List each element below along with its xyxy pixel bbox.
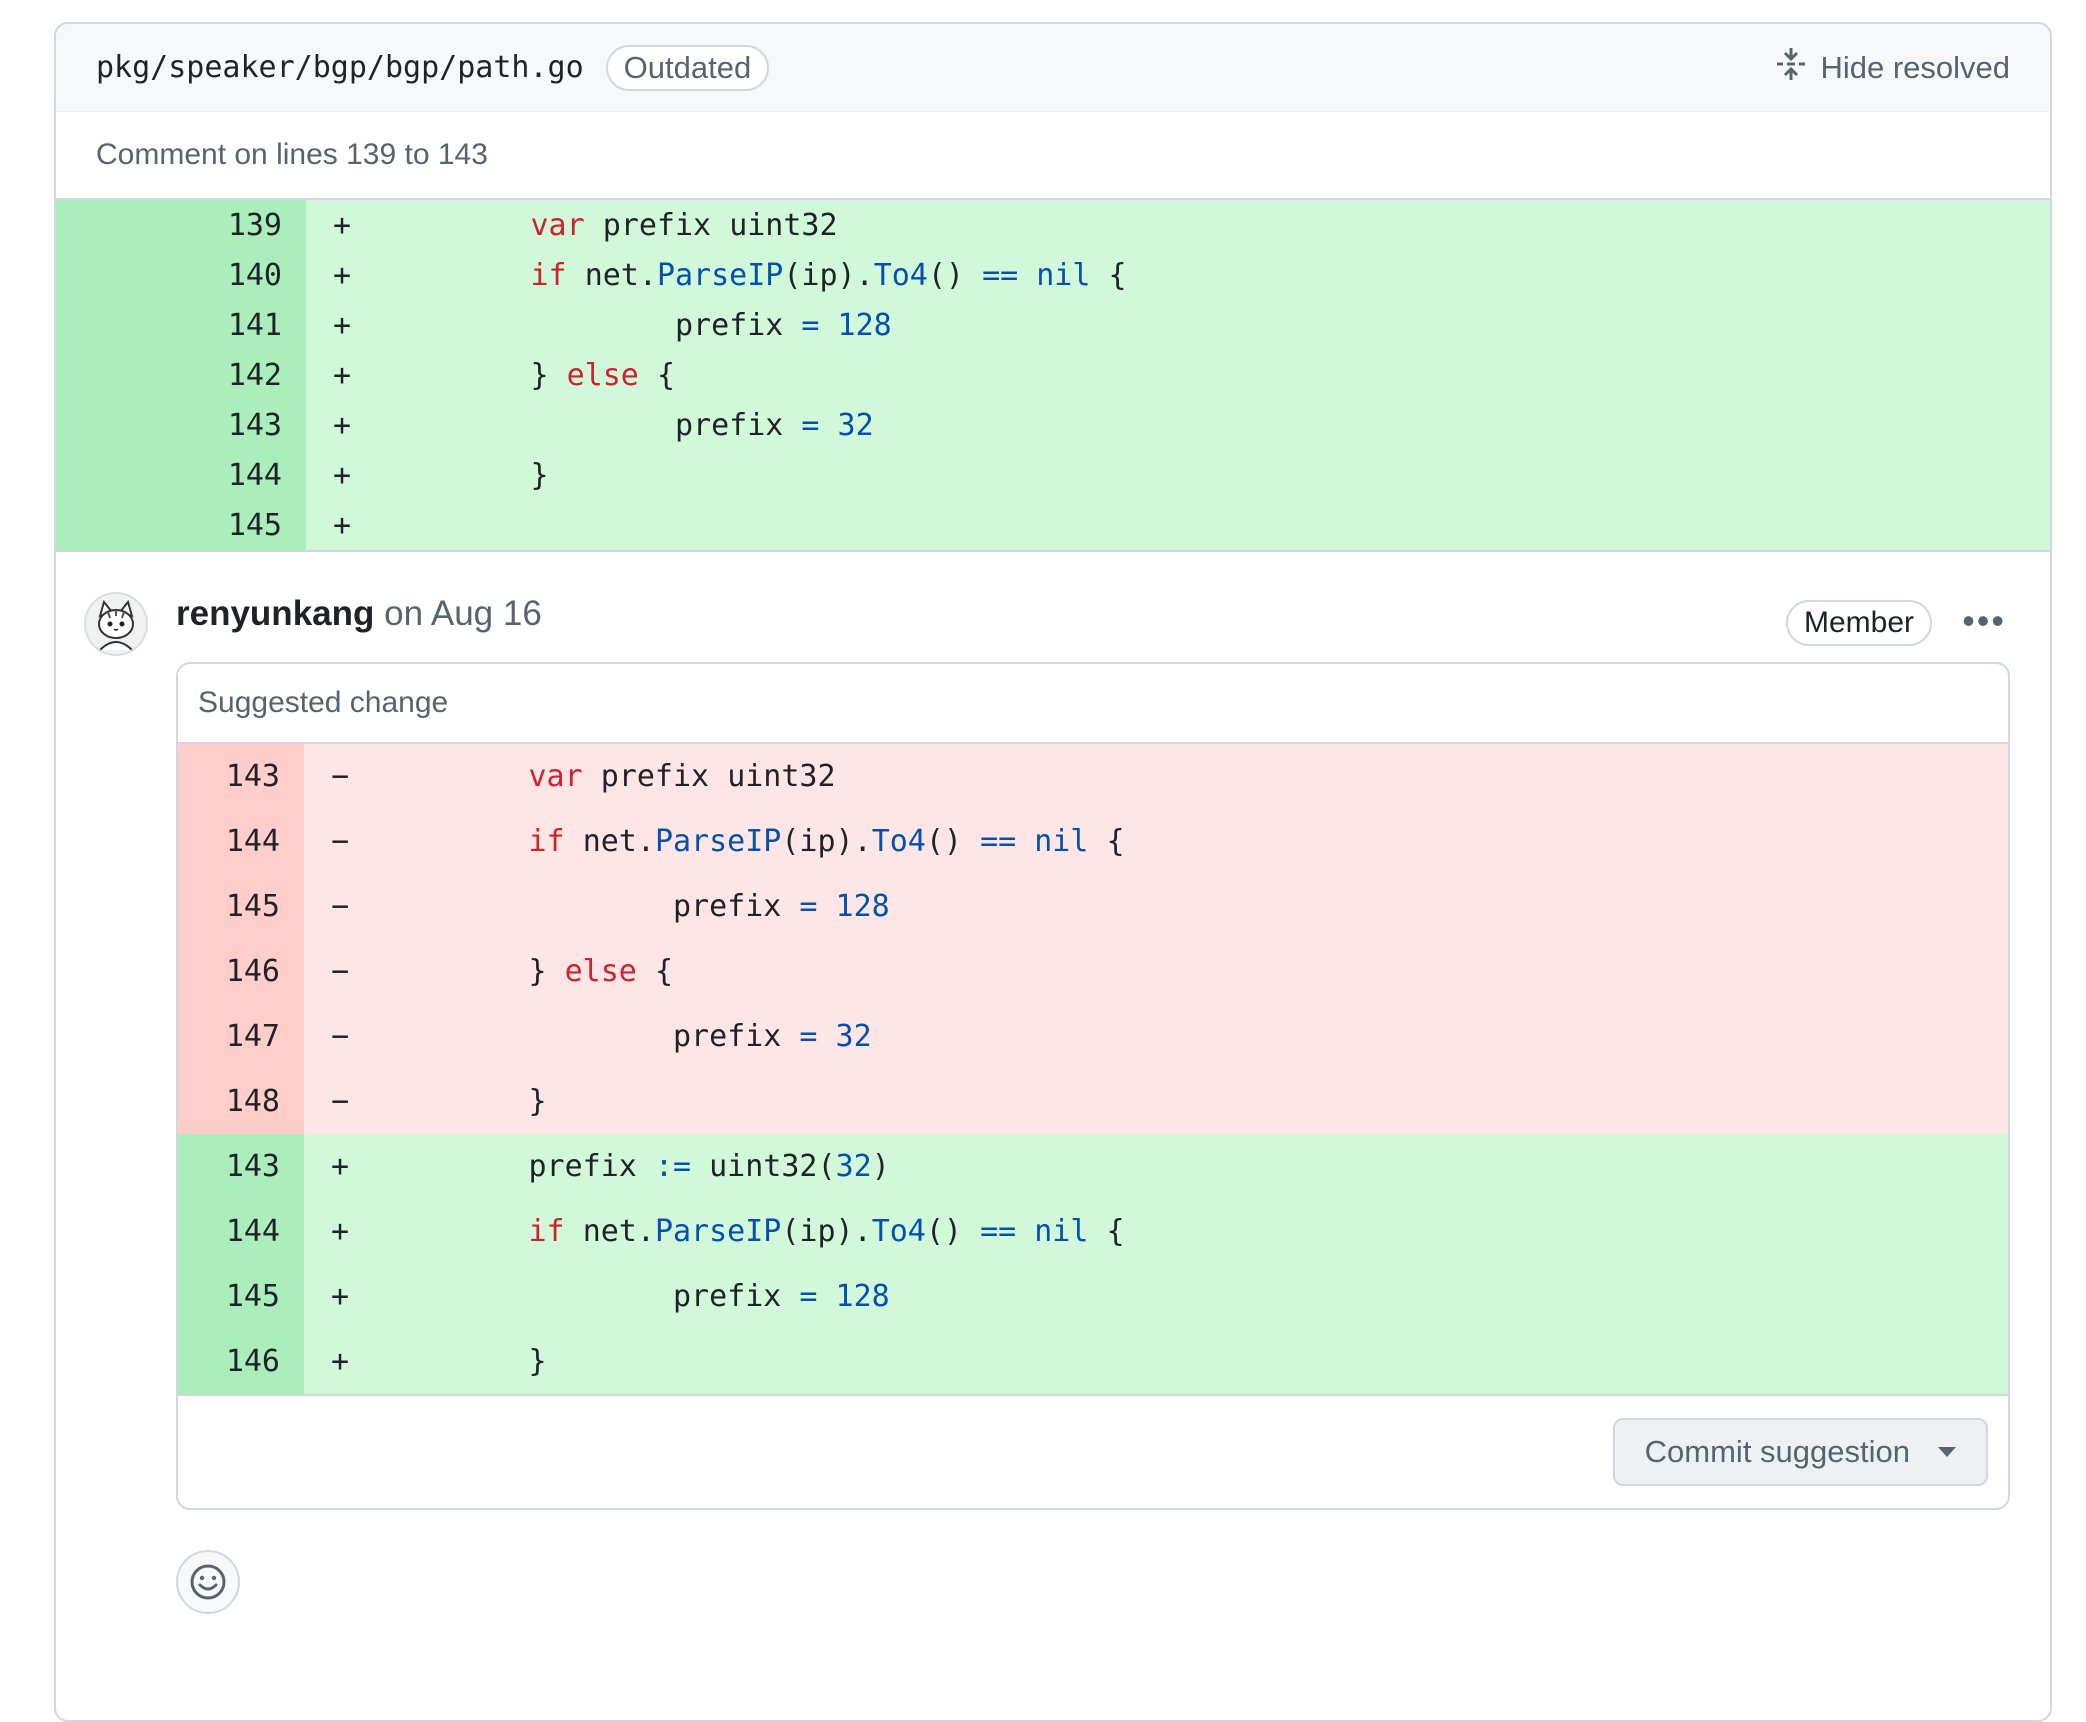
line-number: 146 [178, 939, 304, 1004]
line-number[interactable]: 139 [56, 200, 306, 250]
diff-sign: + [330, 1279, 350, 1314]
code-line: var prefix uint32 [530, 207, 838, 243]
outdated-badge: Outdated [605, 44, 770, 91]
hide-resolved-label: Hide resolved [1820, 49, 2010, 85]
hide-resolved-button[interactable]: Hide resolved [1776, 47, 2010, 89]
comment-header: renyunkang on Aug 16 [176, 594, 542, 634]
line-number[interactable]: 142 [56, 350, 306, 400]
file-header: pkg/speaker/bgp/bgp/path.go Outdated Hid… [56, 24, 2050, 112]
code-line: prefix = 128 [672, 1279, 890, 1314]
line-number: 145 [178, 874, 304, 939]
diff-line: 146 + } [178, 1329, 2008, 1394]
suggested-change-box: Suggested change 143 − var prefix uint32… [176, 662, 2010, 1510]
code-line: } else { [530, 357, 676, 393]
code-line: } else { [528, 954, 674, 989]
line-number[interactable]: 140 [56, 250, 306, 300]
suggestion-diff: 143 − var prefix uint32 144 − if net.Par… [178, 744, 2008, 1394]
line-number: 143 [178, 744, 304, 809]
diff-line: 147 − prefix = 32 [178, 1004, 2008, 1069]
diff-sign: − [330, 1084, 350, 1119]
code-line: } [530, 457, 549, 493]
code-line: prefix := uint32(32) [528, 1149, 890, 1184]
diff-line: 148 − } [178, 1069, 2008, 1134]
diff-line: 144 + if net.ParseIP(ip).To4() == nil { [178, 1199, 2008, 1264]
fold-icon [1776, 47, 1806, 89]
line-number: 148 [178, 1069, 304, 1134]
diff-sign: + [332, 407, 352, 443]
diff-line: 139 + var prefix uint32 [56, 200, 2050, 250]
triangle-down-icon [1938, 1447, 1956, 1457]
code-line: } [528, 1344, 547, 1379]
code-line: if net.ParseIP(ip).To4() == nil { [530, 257, 1127, 293]
diff-sign: + [332, 357, 352, 393]
review-comment: renyunkang on Aug 16 Member ••• Suggeste… [56, 550, 2050, 1652]
diff-sign: + [330, 1149, 350, 1184]
diff-sign: − [330, 889, 350, 924]
code-line: } [528, 1084, 547, 1119]
diff-line: 142 + } else { [56, 350, 2050, 400]
member-badge: Member [1785, 600, 1932, 646]
context-diff: 139 + var prefix uint32 140 + if net.Par… [56, 198, 2050, 550]
line-number: 147 [178, 1004, 304, 1069]
smiley-icon[interactable] [176, 1550, 240, 1614]
line-number: 145 [178, 1264, 304, 1329]
author-link[interactable]: renyunkang [176, 594, 374, 633]
commit-suggestion-label: Commit suggestion [1644, 1434, 1910, 1469]
suggested-change-title: Suggested change [178, 664, 2008, 744]
diff-sign: + [332, 257, 352, 293]
code-line: if net.ParseIP(ip).To4() == nil { [528, 1214, 1125, 1249]
diff-sign: − [330, 759, 350, 794]
diff-line: 143 + prefix := uint32(32) [178, 1134, 2008, 1199]
diff-sign: + [332, 307, 352, 343]
diff-line: 144 + } [56, 450, 2050, 500]
diff-line: 145 + [56, 500, 2050, 550]
comment-date[interactable]: on Aug 16 [384, 594, 542, 633]
diff-line: 145 − prefix = 128 [178, 874, 2008, 939]
code-line: prefix = 32 [674, 407, 874, 443]
diff-sign: + [332, 207, 352, 243]
line-number[interactable]: 144 [56, 450, 306, 500]
line-number: 144 [178, 809, 304, 874]
diff-line: 141 + prefix = 128 [56, 300, 2050, 350]
line-number: 144 [178, 1199, 304, 1264]
line-number[interactable]: 145 [56, 500, 306, 550]
diff-sign: + [330, 1344, 350, 1379]
diff-line: 145 + prefix = 128 [178, 1264, 2008, 1329]
diff-line: 143 − var prefix uint32 [178, 744, 2008, 809]
diff-sign: + [330, 1214, 350, 1249]
suggestion-footer: Commit suggestion [178, 1394, 2008, 1508]
diff-sign: − [330, 824, 350, 859]
commit-suggestion-button[interactable]: Commit suggestion [1612, 1418, 1988, 1486]
diff-sign: − [330, 954, 350, 989]
code-line: prefix = 128 [672, 889, 890, 924]
code-line: prefix = 32 [672, 1019, 872, 1054]
cat-avatar[interactable] [84, 592, 148, 656]
line-number: 146 [178, 1329, 304, 1394]
comment-range-label: Comment on lines 139 to 143 [96, 138, 488, 171]
diff-sign: − [330, 1019, 350, 1054]
code-line: prefix = 128 [674, 307, 892, 343]
code-line: if net.ParseIP(ip).To4() == nil { [528, 824, 1125, 859]
line-number[interactable]: 141 [56, 300, 306, 350]
diff-line: 144 − if net.ParseIP(ip).To4() == nil { [178, 809, 2008, 874]
diff-line: 146 − } else { [178, 939, 2008, 1004]
diff-line: 140 + if net.ParseIP(ip).To4() == nil { [56, 250, 2050, 300]
diff-sign: + [332, 507, 352, 543]
line-number: 143 [178, 1134, 304, 1199]
code-line: var prefix uint32 [528, 759, 836, 794]
kebab-horizontal-icon[interactable]: ••• [1962, 600, 2006, 642]
diff-line: 143 + prefix = 32 [56, 400, 2050, 450]
file-path[interactable]: pkg/speaker/bgp/bgp/path.go [96, 50, 584, 85]
diff-sign: + [332, 457, 352, 493]
review-thread-card: pkg/speaker/bgp/bgp/path.go Outdated Hid… [54, 22, 2052, 1722]
line-number[interactable]: 143 [56, 400, 306, 450]
